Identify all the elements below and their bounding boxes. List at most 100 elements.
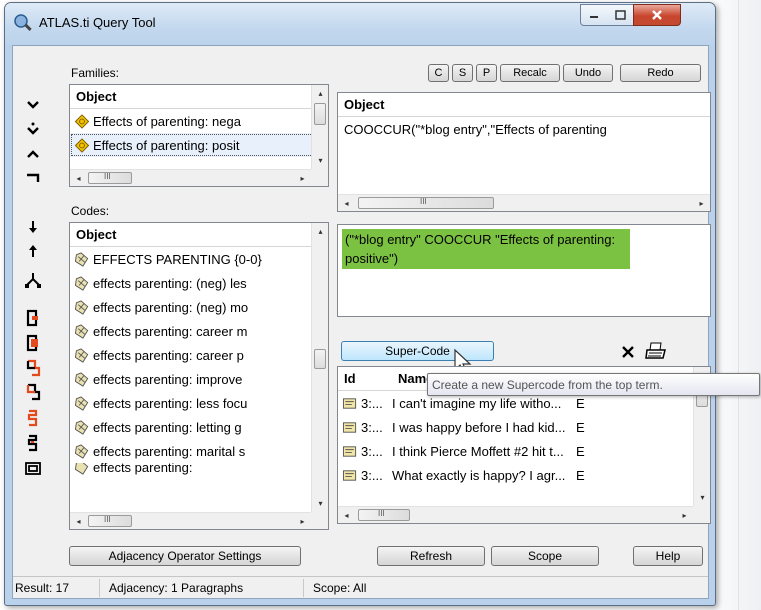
encloses-operator-icon[interactable] <box>24 334 42 352</box>
query-expression-text: ("*blog entry" COOCCUR "Effects of paren… <box>342 229 630 269</box>
query-item[interactable]: COOCCUR("*blog entry","Effects of parent… <box>338 117 710 141</box>
redo-button[interactable]: Redo <box>620 64 701 82</box>
title-bar[interactable]: ATLAS.ti Query Tool <box>5 3 715 45</box>
quotation-icon <box>342 469 357 481</box>
codes-column-header[interactable]: Object <box>70 223 311 247</box>
results-row[interactable]: 3:... I think Pierce Moffett #2 hit t...… <box>338 439 710 463</box>
precedes-operator-icon[interactable] <box>24 434 42 452</box>
scroll-right-arrow-icon[interactable]: ▸ <box>676 507 693 523</box>
code-item[interactable]: EFFECTS PARENTING {0-0} <box>70 247 328 271</box>
adjacency-operator-settings-button[interactable]: Adjacency Operator Settings <box>69 546 301 566</box>
code-item[interactable]: effects parenting: less focu <box>70 391 328 415</box>
scroll-down-arrow-icon[interactable]: ▾ <box>312 152 328 169</box>
families-label: Families: <box>71 66 120 80</box>
scroll-right-arrow-icon[interactable]: ▸ <box>294 170 311 186</box>
tree-network-icon[interactable] <box>24 271 42 289</box>
families-column-header[interactable]: Object <box>70 85 311 109</box>
dotted-chevron-down-icon[interactable] <box>24 120 42 138</box>
status-separator <box>303 579 304 597</box>
help-button[interactable]: Help <box>633 546 703 566</box>
family-item-label: Effects of parenting: posit <box>93 137 240 153</box>
overlaps-operator-icon[interactable] <box>24 383 42 401</box>
family-item-selected[interactable]: Effects of parenting: posit <box>70 133 328 157</box>
scroll-down-arrow-icon[interactable]: ▾ <box>312 495 328 512</box>
cooccur-operator-icon[interactable] <box>24 459 42 477</box>
code-icon <box>74 419 89 435</box>
code-icon <box>74 463 89 475</box>
results-col3-cell: E <box>576 419 585 435</box>
scroll-thumb[interactable] <box>314 103 326 125</box>
results-id-cell: 3:... <box>361 467 383 483</box>
c-button[interactable]: C <box>428 64 449 82</box>
undo-button[interactable]: Undo <box>563 64 613 82</box>
code-item-label: effects parenting: (neg) mo <box>93 299 249 315</box>
status-adjacency: Adjacency: 1 Paragraphs <box>109 581 244 595</box>
codes-list[interactable]: Object EFFECTS PARENTING {0-0} effects p… <box>69 222 329 530</box>
not-operator-icon[interactable] <box>24 169 42 187</box>
chevron-up-icon[interactable] <box>24 145 42 163</box>
code-icon <box>74 299 89 315</box>
code-item[interactable]: effects parenting: (neg) les <box>70 271 328 295</box>
query-column-header[interactable]: Object <box>338 93 710 117</box>
family-item[interactable]: Effects of parenting: nega <box>70 109 328 133</box>
scroll-left-arrow-icon[interactable]: ◂ <box>70 170 87 186</box>
results-row[interactable]: 3:... What exactly is happy? I agr... E <box>338 463 710 487</box>
scroll-right-arrow-icon[interactable]: ▸ <box>693 195 710 211</box>
scroll-up-arrow-icon[interactable]: ▴ <box>312 223 328 240</box>
overlapped-by-operator-icon[interactable] <box>24 359 42 377</box>
scroll-left-arrow-icon[interactable]: ◂ <box>70 513 87 529</box>
families-vertical-scrollbar[interactable]: ▴ ▾ <box>311 85 328 169</box>
scroll-left-arrow-icon[interactable]: ◂ <box>338 195 355 211</box>
code-item-label: effects parenting: career p <box>93 347 244 363</box>
maximize-button[interactable] <box>607 4 634 26</box>
code-item-label: effects parenting: improve <box>93 371 243 387</box>
query-horizontal-scrollbar[interactable]: ◂ III ▸ <box>338 194 710 211</box>
minimize-button[interactable] <box>580 4 608 26</box>
code-item[interactable]: effects parenting: letting g <box>70 415 328 439</box>
code-icon <box>74 347 89 363</box>
scroll-up-arrow-icon[interactable]: ▴ <box>312 85 328 102</box>
codes-horizontal-scrollbar[interactable]: ◂ III ▸ <box>70 512 311 529</box>
families-horizontal-scrollbar[interactable]: ◂ III ▸ <box>70 169 311 186</box>
code-item[interactable]: effects parenting: marital s <box>70 439 328 463</box>
scroll-thumb[interactable] <box>314 349 326 369</box>
client-area: Families: Object Effects of parenting: n… <box>12 45 711 599</box>
arrow-up-icon[interactable] <box>24 242 42 260</box>
s-button[interactable]: S <box>452 64 473 82</box>
families-list[interactable]: Object Effects of parenting: nega Effect… <box>69 84 329 187</box>
follows-operator-icon[interactable] <box>24 409 42 427</box>
results-name-cell: I think Pierce Moffett #2 hit t... <box>392 443 564 459</box>
minimize-icon <box>590 16 598 18</box>
query-stack-list[interactable]: Object COOCCUR("*blog entry","Effects of… <box>337 92 711 212</box>
query-tool-app-icon <box>14 14 32 31</box>
code-item-label: effects parenting: letting g <box>93 419 242 435</box>
code-item[interactable]: effects parenting: (neg) mo <box>70 295 328 319</box>
code-item-partial[interactable]: effects parenting: <box>70 463 328 475</box>
scroll-left-arrow-icon[interactable]: ◂ <box>338 507 355 523</box>
close-button[interactable] <box>633 4 681 26</box>
scrollbar-corner <box>693 506 710 523</box>
status-result: Result: 17 <box>15 581 70 595</box>
one-chevron-down-icon[interactable] <box>24 96 42 114</box>
printer-icon[interactable] <box>645 342 667 361</box>
results-col-id[interactable]: Id <box>344 371 398 386</box>
recalc-button[interactable]: Recalc <box>500 64 560 82</box>
code-item[interactable]: effects parenting: career m <box>70 319 328 343</box>
delete-x-icon[interactable] <box>620 344 636 360</box>
within-operator-icon[interactable] <box>24 309 42 327</box>
query-expression-box[interactable]: ("*blog entry" COOCCUR "Effects of paren… <box>337 224 711 317</box>
codes-vertical-scrollbar[interactable]: ▴ ▾ <box>311 223 328 512</box>
status-bar: Result: 17 Adjacency: 1 Paragraphs Scope… <box>13 576 708 598</box>
code-item[interactable]: effects parenting: improve <box>70 367 328 391</box>
results-row[interactable]: 3:... I was happy before I had kid... E <box>338 415 710 439</box>
refresh-button[interactable]: Refresh <box>377 546 485 566</box>
code-icon <box>74 275 89 291</box>
scroll-down-arrow-icon[interactable]: ▾ <box>694 489 710 506</box>
scope-button[interactable]: Scope <box>491 546 599 566</box>
scroll-right-arrow-icon[interactable]: ▸ <box>294 513 311 529</box>
arrow-down-icon[interactable] <box>24 218 42 236</box>
p-button[interactable]: P <box>476 64 497 82</box>
results-horizontal-scrollbar[interactable]: ◂ III ▸ <box>338 506 693 523</box>
code-item[interactable]: effects parenting: career p <box>70 343 328 367</box>
code-item-label: effects parenting: marital s <box>93 443 246 459</box>
